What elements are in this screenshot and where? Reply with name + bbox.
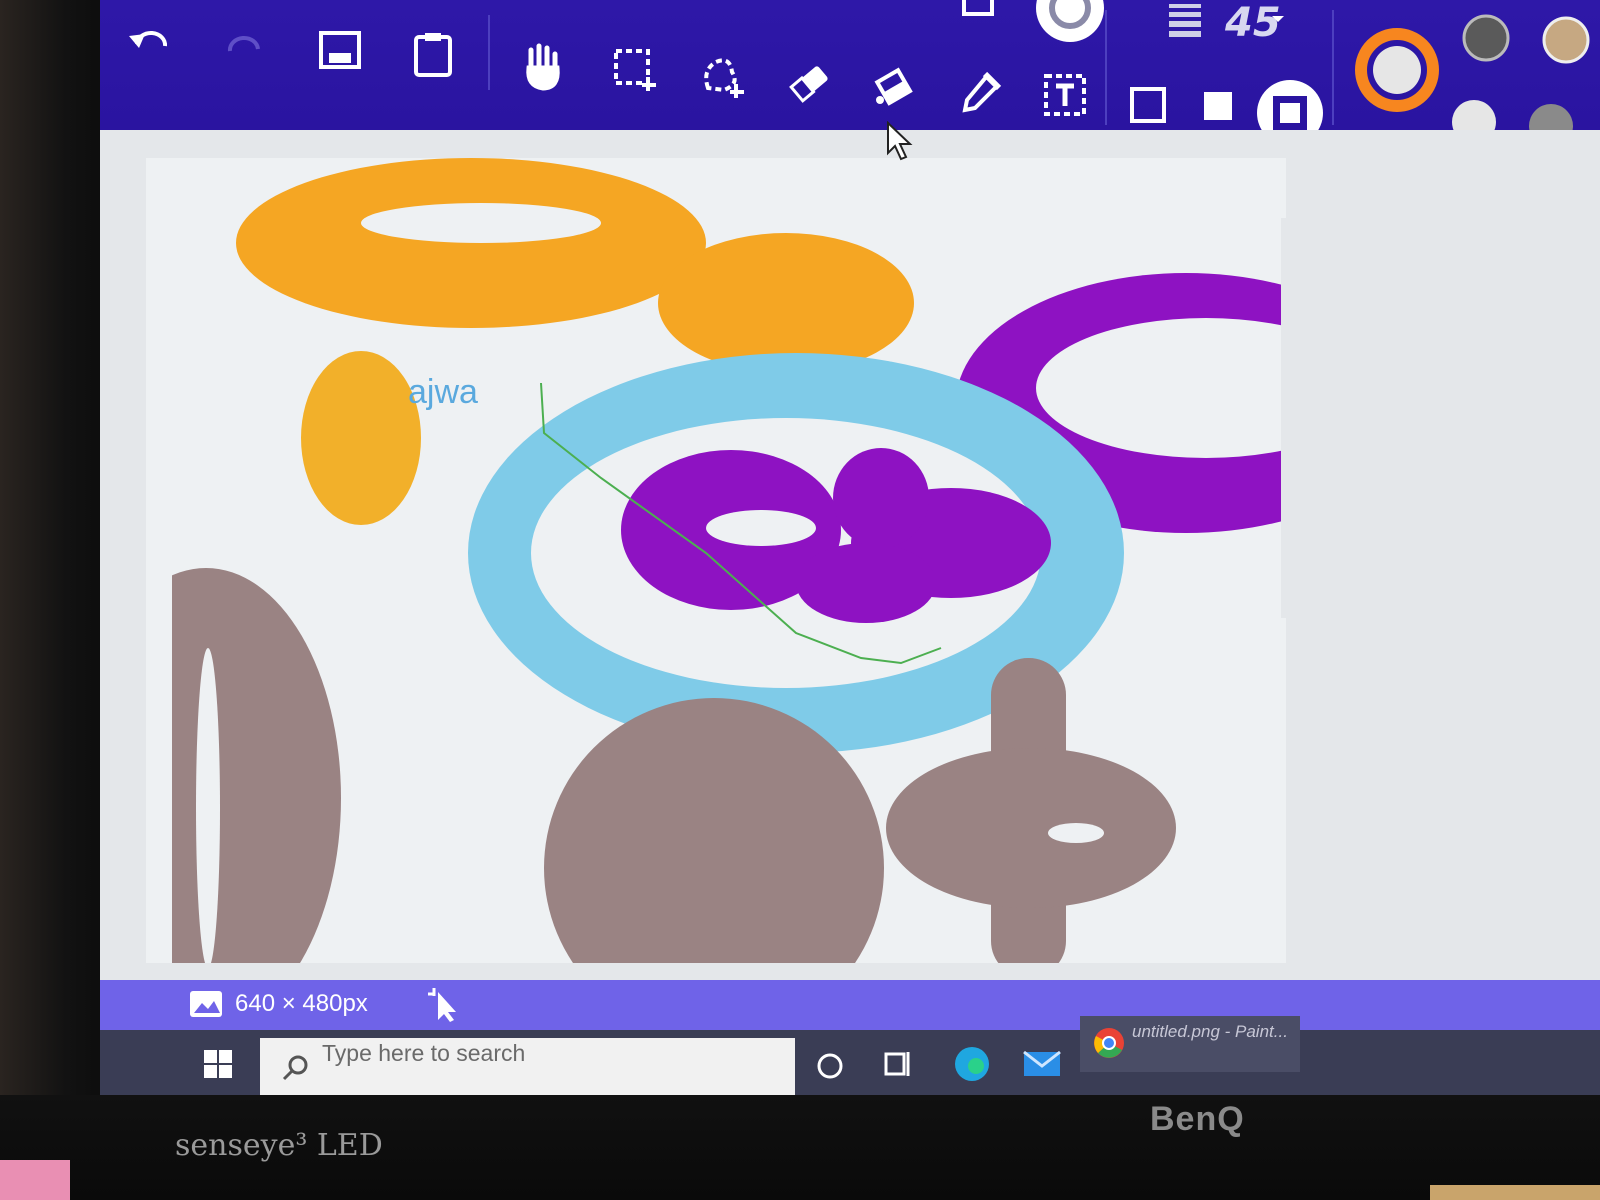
edge-icon[interactable] <box>950 1042 994 1086</box>
purple-blob <box>833 448 929 548</box>
mail-icon[interactable] <box>1020 1044 1064 1084</box>
brush-shape-round-icon[interactable] <box>1030 0 1110 45</box>
desk-object <box>0 1160 70 1200</box>
monitor-brand-logo: BenQ <box>1150 1100 1245 1138</box>
search-icon <box>282 1055 308 1081</box>
screen: 45 ajwa 640 × 480px Type here to search … <box>100 0 1600 1105</box>
drawing-canvas[interactable]: ajwa <box>146 158 1286 978</box>
brown-ring-hole <box>196 648 220 968</box>
canvas-text: ajwa <box>408 373 478 411</box>
canvas-area: ajwa <box>100 130 1600 980</box>
text-tool-icon[interactable] <box>1040 70 1090 120</box>
orange-ring <box>236 158 706 328</box>
primary-color-swatch[interactable] <box>1355 28 1439 112</box>
toolbar: 45 <box>100 0 1600 148</box>
lasso-select-icon[interactable] <box>698 52 748 102</box>
fill-bucket-icon[interactable] <box>870 62 920 112</box>
outline-shape-icon[interactable] <box>1128 85 1168 125</box>
orange-ring-hole <box>361 203 601 243</box>
clipboard-icon[interactable] <box>410 30 456 80</box>
color-swatch[interactable] <box>1460 12 1512 64</box>
brush-size-icon[interactable] <box>1165 0 1205 40</box>
brown-ring <box>886 748 1176 908</box>
hand-icon[interactable] <box>518 40 568 94</box>
toolbar-separator <box>1332 10 1334 125</box>
outline-square-icon[interactable] <box>960 0 996 18</box>
undo-icon[interactable] <box>125 20 175 60</box>
monitor-brand-left: senseye³ LED <box>175 1128 383 1163</box>
taskbar-app-label[interactable]: untitled.png - Paint... <box>1132 1022 1288 1042</box>
toolbar-separator <box>488 15 490 90</box>
desk-surface <box>1430 1185 1600 1200</box>
cursor-position-icon <box>420 984 460 1024</box>
chrome-icon <box>1094 1028 1124 1058</box>
eraser-icon[interactable] <box>785 58 835 108</box>
color-picker-icon[interactable] <box>955 68 1005 118</box>
windows-start-icon[interactable] <box>200 1046 236 1082</box>
cortana-icon[interactable] <box>812 1048 848 1084</box>
chevron-down-icon[interactable] <box>1268 12 1288 26</box>
yellow-oval <box>301 351 421 525</box>
redo-icon[interactable] <box>220 25 270 65</box>
color-swatch[interactable] <box>1540 14 1592 66</box>
rect-select-icon[interactable] <box>610 45 660 95</box>
brown-ring-hole <box>1048 823 1104 843</box>
purple-blob-hole <box>706 510 816 546</box>
mouse-cursor-icon <box>885 120 915 164</box>
orange-blob <box>658 233 914 373</box>
filled-shape-icon[interactable] <box>1200 88 1236 124</box>
canvas-dimensions: 640 × 480px <box>235 990 368 1017</box>
image-icon <box>188 986 224 1022</box>
search-placeholder[interactable]: Type here to search <box>322 1040 525 1067</box>
task-view-icon[interactable] <box>880 1046 916 1082</box>
save-image-icon[interactable] <box>315 25 365 75</box>
purple-blob <box>796 543 936 623</box>
monitor-bezel <box>0 0 110 1200</box>
